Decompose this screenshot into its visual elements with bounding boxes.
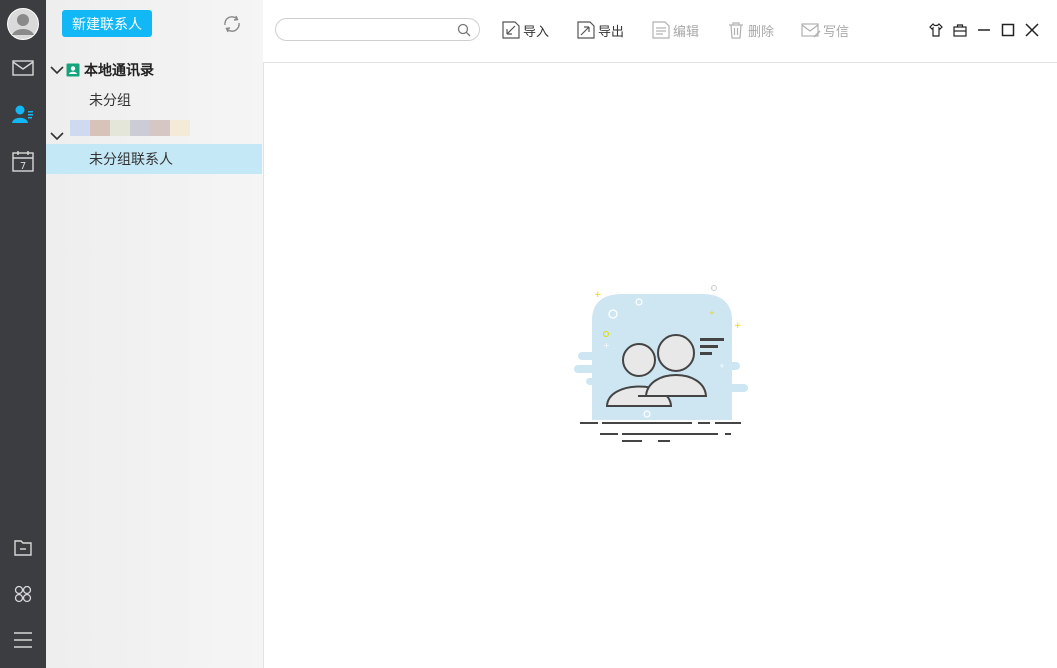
svg-text:+: + bbox=[709, 309, 715, 317]
close-icon[interactable] bbox=[1023, 21, 1041, 39]
delete-label: 删除 bbox=[748, 24, 775, 40]
calendar-day-number: 7 bbox=[20, 161, 26, 172]
edit-icon bbox=[652, 21, 670, 39]
subgroup-label: 未分组联系人 bbox=[89, 152, 173, 168]
left-nav-rail: 7 bbox=[0, 0, 46, 668]
new-contact-button[interactable]: 新建联系人 bbox=[62, 10, 152, 37]
sync-icon[interactable] bbox=[220, 12, 244, 36]
subgroup-label: 未分组 bbox=[89, 93, 131, 109]
avatar-icon[interactable] bbox=[7, 8, 39, 40]
export-icon bbox=[577, 21, 595, 39]
trash-icon bbox=[729, 22, 743, 39]
mail-icon[interactable] bbox=[9, 54, 37, 82]
skin-icon[interactable] bbox=[927, 21, 945, 39]
group-account-contacts[interactable] bbox=[46, 115, 263, 143]
export-label: 导出 bbox=[598, 24, 625, 40]
search-box[interactable] bbox=[275, 18, 480, 41]
menu-icon[interactable] bbox=[9, 626, 37, 654]
bag-icon[interactable] bbox=[951, 21, 969, 39]
apps-icon[interactable] bbox=[9, 580, 37, 608]
import-button[interactable]: 导入 bbox=[501, 19, 549, 41]
search-input[interactable] bbox=[286, 20, 465, 41]
contacts-icon[interactable] bbox=[9, 101, 37, 129]
minimize-icon[interactable] bbox=[975, 21, 993, 39]
subgroup-ungrouped[interactable]: 未分组 bbox=[46, 85, 262, 115]
export-button[interactable]: 导出 bbox=[576, 19, 624, 41]
chevron-down-icon[interactable] bbox=[48, 127, 66, 145]
folder-icon[interactable] bbox=[9, 534, 37, 562]
write-mail-icon bbox=[801, 23, 821, 38]
edit-label: 编辑 bbox=[673, 24, 700, 40]
svg-text:+: + bbox=[719, 362, 725, 370]
import-icon bbox=[502, 21, 520, 39]
chevron-down-icon[interactable] bbox=[48, 61, 66, 79]
edit-button[interactable]: 编辑 bbox=[651, 19, 699, 41]
subgroup-ungrouped-contacts[interactable]: 未分组联系人 bbox=[46, 144, 262, 174]
group-local-contacts[interactable]: 本地通讯录 bbox=[46, 56, 263, 84]
empty-contacts-illustration: + + + + + bbox=[570, 280, 755, 450]
import-label: 导入 bbox=[523, 24, 550, 40]
svg-text:+: + bbox=[603, 341, 610, 350]
toolbar: 导入 导出 编辑 删除 写信 bbox=[263, 0, 1057, 63]
redacted-account-name bbox=[70, 120, 190, 142]
write-mail-label: 写信 bbox=[823, 24, 850, 40]
contacts-sidebar: 新建联系人 本地通讯录 未分组 未分组联系人 bbox=[46, 0, 264, 668]
search-icon[interactable] bbox=[457, 23, 471, 37]
svg-text:+: + bbox=[594, 290, 602, 300]
group-label: 本地通讯录 bbox=[84, 63, 154, 79]
calendar-icon[interactable]: 7 bbox=[9, 147, 37, 175]
maximize-icon[interactable] bbox=[999, 21, 1017, 39]
write-mail-button[interactable]: 写信 bbox=[801, 19, 849, 41]
address-book-icon bbox=[66, 63, 80, 77]
svg-text:+: + bbox=[734, 321, 742, 331]
delete-button[interactable]: 删除 bbox=[726, 19, 774, 41]
